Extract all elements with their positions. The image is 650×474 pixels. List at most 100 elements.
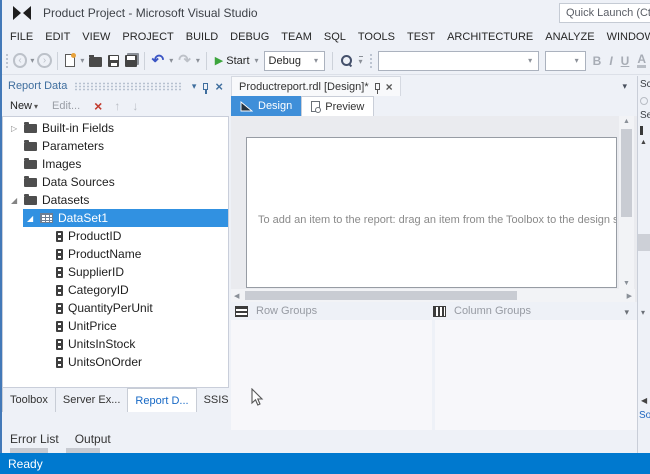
tree-item-supplierid[interactable]: SupplierID	[3, 263, 228, 281]
document-list-dropdown-icon[interactable]: ▾	[622, 81, 627, 92]
redo-icon[interactable]: ↷	[178, 53, 191, 68]
find-icon[interactable]	[341, 55, 352, 66]
row-groups-panel[interactable]	[231, 320, 432, 430]
tree-item-datasets[interactable]: ◢ Datasets	[3, 191, 228, 209]
close-icon[interactable]: ×	[215, 80, 223, 93]
menu-analyze[interactable]: ANALYZE	[539, 31, 600, 43]
save-all-icon[interactable]	[125, 54, 137, 67]
vertical-scrollbar-thumb[interactable]	[621, 129, 632, 217]
tree-item-label: Datasets	[42, 193, 90, 207]
status-text: Ready	[8, 456, 43, 471]
menu-test[interactable]: TEST	[401, 31, 441, 43]
quick-launch-input[interactable]: Quick Launch (Ctr	[559, 3, 650, 23]
panel-tab-toolbox[interactable]: Toolbox	[2, 388, 56, 412]
move-down-icon[interactable]: ↓	[132, 99, 138, 113]
scroll-left-icon[interactable]: ◀	[234, 292, 239, 300]
panel-title: Report Data	[8, 80, 68, 92]
menu-build[interactable]: BUILD	[180, 31, 224, 43]
redo-dropdown-icon[interactable]: ▾	[196, 56, 200, 65]
pin-icon[interactable]	[203, 82, 209, 94]
solution-explorer-sliver[interactable]: Sc Se ▲ ▾ ◀ So	[637, 76, 650, 453]
underline-button[interactable]: U	[621, 54, 630, 68]
preview-tab-label: Preview	[325, 100, 365, 113]
undo-icon[interactable]: ↶	[152, 53, 165, 68]
document-tab[interactable]: Productreport.rdl [Design]* ×	[231, 76, 401, 96]
menu-architecture[interactable]: ARCHITECTURE	[441, 31, 539, 43]
edit-button[interactable]: Edit...	[52, 100, 80, 112]
new-button-dropdown-icon[interactable]: ▾	[34, 102, 38, 111]
toolbar-overflow-icon[interactable]: ▾	[358, 55, 363, 66]
tree-item-built-in-fields[interactable]: ▷ Built-in Fields	[3, 119, 228, 137]
menu-file[interactable]: FILE	[4, 31, 39, 43]
bold-button[interactable]: B	[593, 54, 602, 68]
bottom-tab-output[interactable]: Output	[75, 432, 111, 446]
menu-view[interactable]: VIEW	[76, 31, 116, 43]
font-family-select[interactable]: ▾	[378, 50, 540, 71]
menu-edit[interactable]: EDIT	[39, 31, 76, 43]
menu-bar: FILE EDIT VIEW PROJECT BUILD DEBUG TEAM SQL TOOL…	[2, 26, 650, 47]
tree-item-unitsinstock[interactable]: UnitsInStock	[3, 335, 228, 353]
save-icon[interactable]	[107, 54, 120, 67]
new-button[interactable]: New	[10, 100, 32, 112]
tree-item-productname[interactable]: ProductName	[3, 245, 228, 263]
tree-item-productid[interactable]: ProductID	[3, 227, 228, 245]
document-close-icon[interactable]: ×	[386, 81, 393, 93]
panel-menu-dropdown-icon[interactable]: ▾	[192, 81, 197, 92]
start-debug-icon[interactable]: ▶	[215, 54, 223, 67]
menu-team[interactable]: TEAM	[275, 31, 318, 43]
new-file-dropdown-icon[interactable]: ▾	[80, 56, 84, 65]
horizontal-scrollbar-thumb[interactable]	[245, 291, 517, 300]
report-design-surface[interactable]	[246, 137, 617, 288]
move-up-icon[interactable]: ↑	[114, 99, 120, 113]
document-pin-icon[interactable]	[374, 83, 380, 94]
expander-collapsed-icon[interactable]: ▷	[11, 124, 24, 133]
new-file-icon[interactable]	[64, 53, 76, 67]
tree-item-quantityperunit[interactable]: QuantityPerUnit	[3, 299, 228, 317]
tree-item-categoryid[interactable]: CategoryID	[3, 281, 228, 299]
navigate-back-dropdown-icon[interactable]: ▾	[30, 56, 34, 65]
scroll-right-icon[interactable]: ▶	[627, 292, 632, 300]
menu-tools[interactable]: TOOLS	[352, 31, 401, 43]
open-file-icon[interactable]	[89, 54, 102, 67]
expander-expanded-icon[interactable]: ◢	[11, 196, 24, 205]
bottom-tab-error-list[interactable]: Error List	[10, 432, 59, 446]
tree-item-parameters[interactable]: Parameters	[3, 137, 228, 155]
design-hint-text: To add an item to the report: drag an it…	[258, 214, 616, 226]
toolbar-grip[interactable]	[368, 52, 373, 69]
expander-expanded-icon[interactable]: ◢	[27, 214, 40, 223]
menu-sql[interactable]: SQL	[318, 31, 352, 43]
scroll-down-icon[interactable]: ▼	[619, 280, 634, 287]
start-button[interactable]: Start	[226, 55, 249, 67]
debug-configuration-select[interactable]: Debug ▾	[263, 50, 326, 71]
debug-combo-dropdown-icon: ▾	[314, 56, 319, 65]
panel-tab-report-d-[interactable]: Report D...	[128, 388, 197, 412]
italic-button[interactable]: I	[609, 54, 612, 68]
menu-debug[interactable]: DEBUG	[224, 31, 275, 43]
font-size-select[interactable]: ▾	[545, 50, 586, 71]
vertical-scrollbar[interactable]: ▲ ▼	[619, 116, 634, 289]
delete-icon[interactable]: ×	[94, 99, 102, 113]
menu-window[interactable]: WINDOW	[601, 31, 650, 43]
navigate-back-button[interactable]: ‹	[12, 53, 28, 68]
tree-item-images[interactable]: Images	[3, 155, 228, 173]
tab-design[interactable]: Design	[231, 96, 302, 116]
font-color-button[interactable]: A	[637, 53, 646, 68]
column-groups-panel[interactable]	[435, 320, 637, 430]
tree-item-data-sources[interactable]: Data Sources	[3, 173, 228, 191]
scroll-up-icon[interactable]: ▲	[619, 118, 634, 125]
navigate-forward-button[interactable]: ›	[37, 53, 52, 68]
start-dropdown-icon[interactable]: ▾	[255, 56, 259, 65]
toolbar-grip[interactable]	[5, 52, 9, 69]
tree-item-unitprice[interactable]: UnitPrice	[3, 317, 228, 335]
tree-item-unitsonorder[interactable]: UnitsOnOrder	[3, 353, 228, 371]
tab-preview[interactable]: Preview	[301, 96, 375, 116]
horizontal-scrollbar[interactable]: ◀ ▶	[231, 289, 635, 302]
panel-tab-server-ex-[interactable]: Server Ex...	[56, 388, 129, 412]
menu-project[interactable]: PROJECT	[116, 31, 179, 43]
groups-options-dropdown-icon[interactable]: ▾	[624, 307, 629, 318]
row-groups-icon	[235, 305, 248, 317]
undo-dropdown-icon[interactable]: ▾	[169, 56, 173, 65]
tree-item-dataset1[interactable]: ◢ DataSet1	[23, 209, 228, 227]
report-data-panel-header[interactable]: Report Data ▾ ×	[2, 76, 229, 96]
tree-item-label: SupplierID	[68, 265, 125, 279]
